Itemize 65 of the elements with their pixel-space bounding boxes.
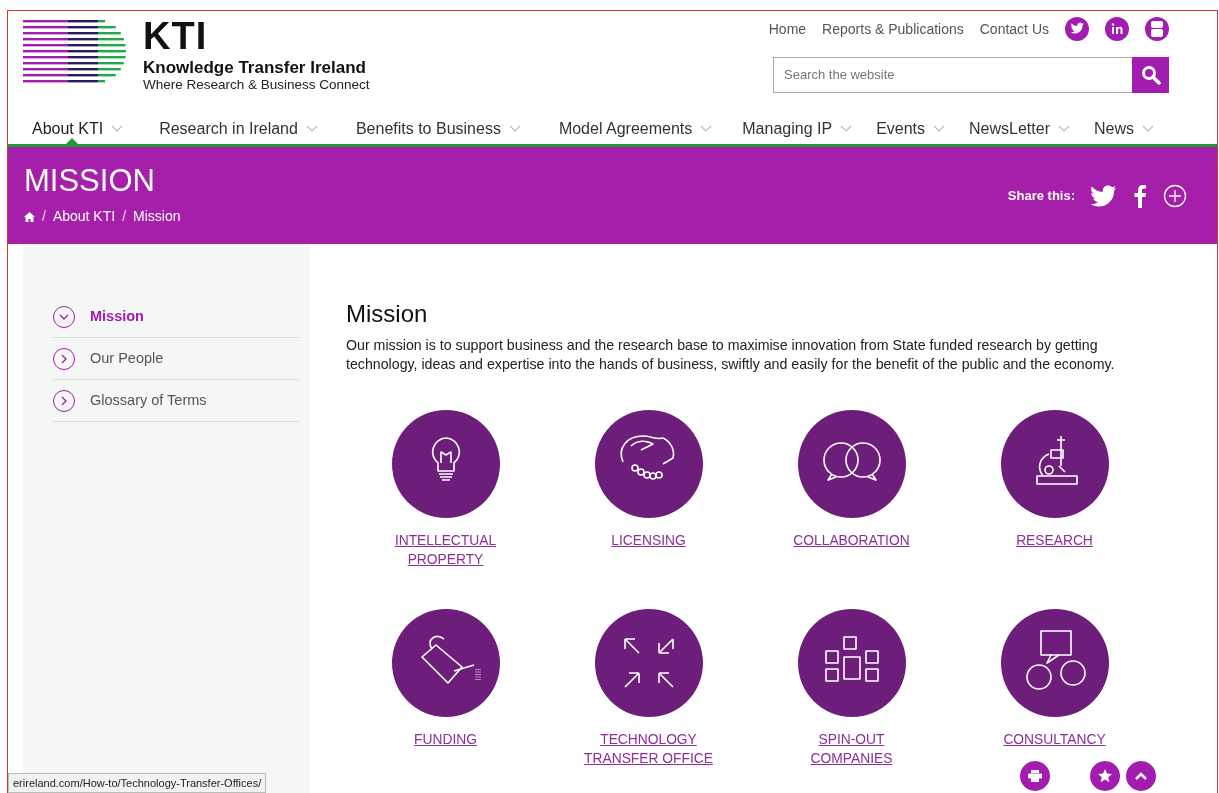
nav-tab[interactable]: Events — [868, 113, 946, 144]
logo-title: KTI — [143, 17, 209, 55]
chevron-down-icon — [305, 125, 318, 132]
lightbulb-icon[interactable] — [391, 409, 500, 518]
chevron-down-icon — [840, 125, 853, 132]
buildings-icon[interactable] — [797, 609, 906, 718]
tile-link[interactable]: TECHNOLOGY TRANSFER OFFICE — [583, 731, 714, 769]
breadcrumb-separator: / — [42, 207, 46, 227]
chevron-down-icon — [700, 125, 713, 132]
back-to-top-button[interactable] — [1126, 761, 1156, 791]
breadcrumb-separator: / — [122, 207, 127, 227]
plus-icon[interactable] — [1163, 183, 1187, 208]
tile-link[interactable]: FUNDING — [380, 731, 511, 750]
chevron-down-icon — [1142, 125, 1154, 132]
conversation-icon[interactable] — [1000, 609, 1109, 718]
star-icon — [1098, 769, 1112, 783]
tile-link[interactable]: INTELLECTUAL PROPERTY — [380, 531, 511, 570]
sidebar-item[interactable]: Our People — [53, 338, 299, 380]
tile-link[interactable]: LICENSING — [583, 531, 714, 551]
sidebar-item[interactable]: Glossary of Terms — [53, 380, 299, 422]
arrows-icon[interactable] — [594, 609, 703, 718]
search-icon — [1140, 65, 1161, 85]
microscope-icon[interactable] — [1000, 409, 1109, 518]
nav-tab[interactable]: NewsLetter — [961, 113, 1070, 144]
top-nav-link[interactable]: Contact Us — [979, 18, 1049, 40]
print-button[interactable] — [1020, 761, 1050, 791]
logo-name: Knowledge Transfer Ireland — [143, 59, 367, 78]
search-field[interactable]: Search the website — [773, 57, 1132, 93]
twitter-link[interactable] — [1065, 17, 1089, 41]
printer-icon — [1028, 770, 1042, 782]
nav-tab[interactable]: News — [1085, 113, 1154, 144]
favorite-button[interactable] — [1090, 761, 1120, 791]
sidebar-item[interactable]: Mission — [53, 296, 299, 338]
top-nav-link[interactable]: Reports & Publications — [822, 18, 964, 40]
facebook-icon[interactable] — [1133, 183, 1147, 208]
mission-text: Our mission is to support business and the research base to maximise innovation from State funded research by getting technology, ideas and expertise into the hands of business, swiftly and easily for the benefit of the public and the economy. — [346, 336, 1116, 375]
nav-tab[interactable]: Research in Ireland — [151, 113, 318, 144]
home-icon[interactable] — [24, 211, 35, 222]
nav-tab[interactable]: Benefits to Business — [347, 113, 521, 144]
twitter-icon[interactable] — [1091, 184, 1117, 207]
tile-link[interactable]: COLLABORATION — [786, 531, 917, 551]
watering-can-icon[interactable] — [391, 609, 500, 718]
nav-tab[interactable]: About KTI — [24, 113, 124, 144]
linkedin-link[interactable] — [1105, 17, 1129, 41]
chevron-down-icon — [508, 125, 521, 132]
nav-tab[interactable]: Model Agreements — [550, 113, 713, 144]
page-title: MISSION — [24, 163, 156, 199]
tile-link[interactable]: RESEARCH — [989, 531, 1120, 551]
logo-tagline: Where Research & Business Connect — [143, 77, 370, 93]
logo-icon — [23, 17, 127, 85]
content-heading: Mission — [346, 299, 429, 329]
nav-tab[interactable]: Managing IP — [734, 113, 853, 144]
search-button[interactable] — [1132, 57, 1169, 93]
chevron-up-icon — [1135, 772, 1147, 780]
chevron-down-icon — [1057, 125, 1070, 132]
status-bar-url: erireland.com/How-to/Technology-Transfer-Offices/ — [8, 772, 267, 793]
breadcrumb-link[interactable]: About KTI — [52, 206, 116, 228]
share-label: Share this: — [1007, 186, 1075, 205]
tile-link[interactable]: SPIN-OUT COMPANIES — [786, 731, 917, 769]
tile-link[interactable]: CONSULTANCY — [989, 731, 1120, 750]
chevron-down-icon — [933, 125, 946, 132]
top-nav-link[interactable]: Home — [768, 18, 807, 40]
breadcrumb-link[interactable]: Mission — [133, 206, 181, 228]
speech-bubbles-icon[interactable] — [797, 409, 906, 518]
chevron-down-icon — [111, 125, 124, 132]
